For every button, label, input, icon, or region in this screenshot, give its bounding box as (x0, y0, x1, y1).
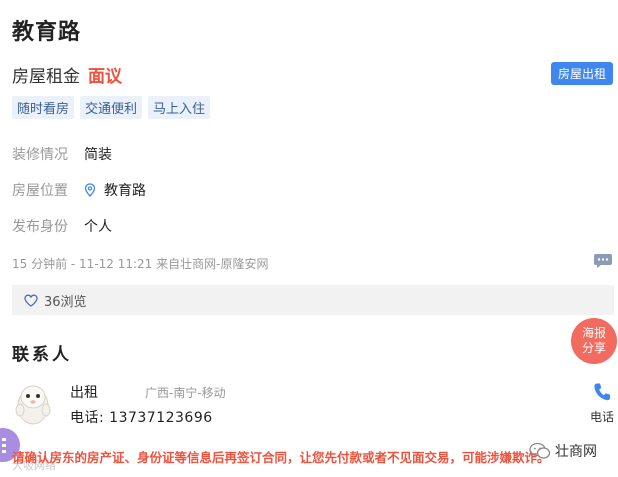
brand-logo: 壮商网 (529, 441, 597, 461)
contact-section-title: 联系人 (12, 345, 72, 365)
fraud-warning: 请确认房东的房产证、身份证等信息后再签订合同，让您先付款或者不见面交易，可能涉嫌… (12, 450, 550, 465)
feature-tag: 随时看房 (12, 96, 75, 119)
share-line-1: 海报 (581, 326, 606, 340)
location-pin-icon (84, 183, 96, 197)
rent-label: 房屋租金 (12, 67, 80, 87)
phone-icon (594, 383, 610, 401)
call-label: 电话 (589, 410, 614, 424)
feature-tag: 马上入住 (148, 96, 211, 119)
contact-region: 广西-南宁-移动 (145, 386, 226, 400)
call-button[interactable]: 电话 (585, 382, 618, 425)
listing-title: 教育路 (12, 20, 82, 45)
publisher-label: 发布身份 (12, 219, 68, 235)
decoration-label: 装修情况 (12, 147, 68, 163)
decoration-value: 简装 (84, 147, 112, 163)
poster-share-button[interactable]: 海报 分享 (571, 318, 617, 364)
rent-row: 房屋租金 面议 (12, 62, 122, 87)
feature-tags: 随时看房 交通便利 马上入住 (12, 96, 211, 119)
brand-name: 壮商网 (555, 444, 597, 460)
listing-type-badge: 房屋出租 (550, 62, 613, 85)
view-count-bar: 36浏览 (12, 285, 614, 315)
message-icon[interactable] (593, 253, 613, 269)
location-row[interactable]: 房屋位置 教育路 (12, 180, 146, 200)
contact-name: 出租 (70, 385, 98, 401)
heart-icon[interactable] (24, 294, 38, 307)
decoration-row: 装修情况 简装 (12, 144, 112, 164)
publisher-value: 个人 (84, 219, 112, 235)
view-count: 36浏览 (44, 294, 87, 310)
menu-icon (2, 438, 6, 456)
share-line-2: 分享 (581, 341, 606, 355)
location-value-wrap[interactable]: 教育路 (84, 180, 146, 200)
contact-phone: 电话: 13737123696 (70, 410, 213, 426)
rent-value: 面议 (88, 67, 122, 87)
location-value: 教育路 (104, 183, 146, 199)
post-meta: 15 分钟前 - 11-12 11:21 来自壮商网-原隆安网 (12, 257, 269, 271)
wechat-icon (529, 442, 551, 459)
avatar (15, 385, 51, 425)
publisher-row: 发布身份 个人 (12, 216, 112, 236)
feature-tag: 交通便利 (80, 96, 143, 119)
location-label: 房屋位置 (12, 183, 68, 199)
